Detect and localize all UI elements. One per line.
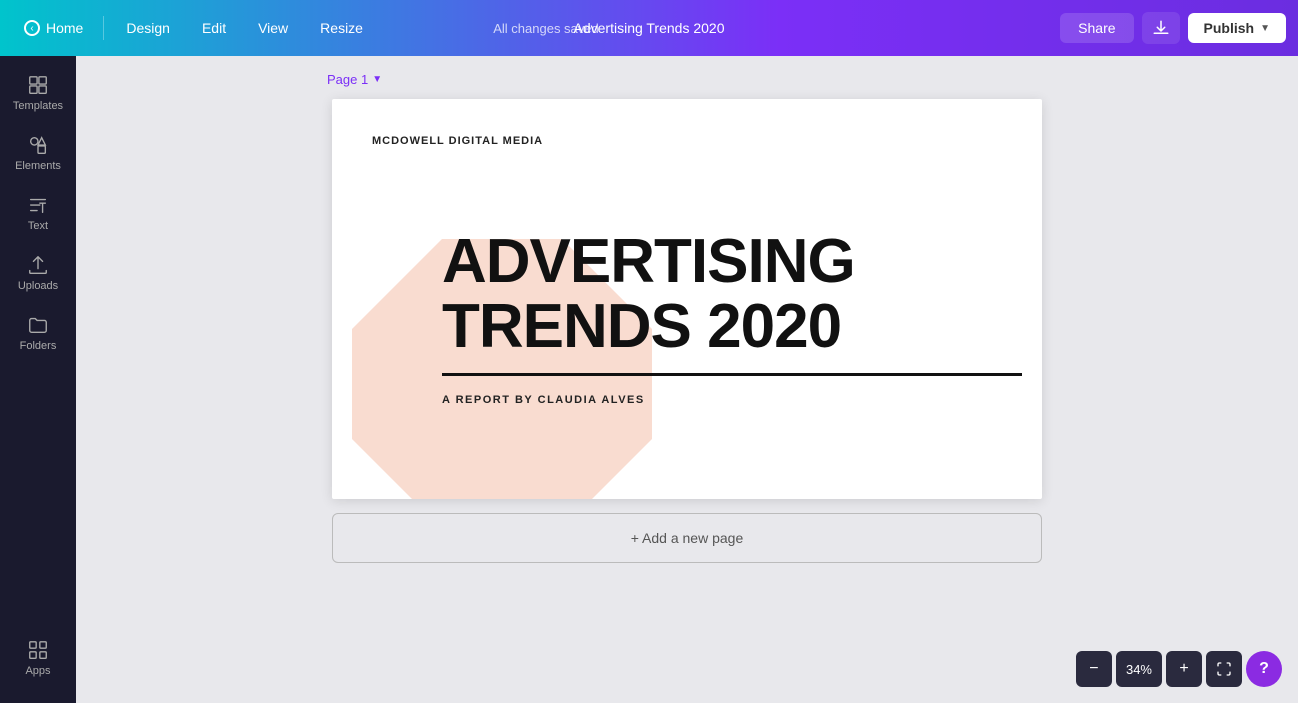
- sidebar: Templates Elements Text Uploads: [0, 56, 76, 703]
- add-page-button[interactable]: + Add a new page: [332, 513, 1042, 563]
- canvas-area[interactable]: Page 1 ▼ MCDOWELL DIGITAL MEDIA ADVERTIS…: [76, 56, 1298, 703]
- document-title: Advertising Trends 2020: [574, 20, 725, 36]
- page-label-text: Page 1: [327, 72, 368, 87]
- main-title-line1: ADVERTISING: [442, 229, 1022, 294]
- publish-chevron-icon: ▼: [1260, 23, 1270, 34]
- title-block: ADVERTISING TRENDS 2020 A REPORT BY CLAU…: [442, 229, 1022, 406]
- zoom-controls: − 34% + ?: [1076, 651, 1282, 687]
- sidebar-item-templates[interactable]: Templates: [4, 64, 72, 122]
- page-label-row: Page 1 ▼: [327, 72, 1047, 87]
- save-status: All changes saved: [493, 21, 599, 36]
- back-icon: ‹: [24, 20, 40, 36]
- view-button[interactable]: View: [244, 14, 302, 42]
- uploads-label: Uploads: [18, 280, 58, 292]
- help-button[interactable]: ?: [1246, 651, 1282, 687]
- resize-button[interactable]: Resize: [306, 14, 377, 42]
- home-button[interactable]: ‹ Home: [12, 14, 95, 42]
- sidebar-item-text[interactable]: Text: [4, 184, 72, 242]
- nav-right-actions: Share Publish ▼: [1060, 12, 1286, 44]
- top-nav: ‹ Home Design Edit View Resize All chang…: [0, 0, 1298, 56]
- document-canvas[interactable]: MCDOWELL DIGITAL MEDIA ADVERTISING TREND…: [332, 99, 1042, 499]
- sidebar-item-folders[interactable]: Folders: [4, 304, 72, 362]
- home-label: Home: [46, 20, 83, 36]
- zoom-in-button[interactable]: +: [1166, 651, 1202, 687]
- folders-icon: [27, 314, 49, 336]
- zoom-out-button[interactable]: −: [1076, 651, 1112, 687]
- page-chevron-icon: ▼: [372, 74, 382, 85]
- sidebar-item-uploads[interactable]: Uploads: [4, 244, 72, 302]
- fullscreen-button[interactable]: [1206, 651, 1242, 687]
- doc-subtitle: A REPORT BY CLAUDIA ALVES: [442, 394, 1022, 406]
- text-icon: [27, 194, 49, 216]
- sidebar-item-elements[interactable]: Elements: [4, 124, 72, 182]
- elements-label: Elements: [15, 160, 61, 172]
- elements-icon: [27, 134, 49, 156]
- edit-button[interactable]: Edit: [188, 14, 240, 42]
- share-button[interactable]: Share: [1060, 13, 1133, 43]
- download-icon: [1152, 19, 1170, 37]
- download-button[interactable]: [1142, 12, 1180, 44]
- sidebar-item-apps[interactable]: Apps: [4, 629, 72, 687]
- zoom-value: 34%: [1116, 651, 1162, 687]
- design-button[interactable]: Design: [112, 14, 184, 42]
- company-name: MCDOWELL DIGITAL MEDIA: [372, 135, 543, 147]
- help-icon: ?: [1259, 660, 1269, 678]
- fullscreen-icon: [1216, 661, 1232, 677]
- templates-label: Templates: [13, 100, 63, 112]
- apps-icon: [27, 639, 49, 661]
- page-label[interactable]: Page 1 ▼: [327, 72, 382, 87]
- templates-icon: [27, 74, 49, 96]
- publish-label: Publish: [1204, 20, 1255, 36]
- publish-button[interactable]: Publish ▼: [1188, 13, 1286, 43]
- main-layout: Templates Elements Text Uploads: [0, 56, 1298, 703]
- main-title: ADVERTISING TRENDS 2020: [442, 229, 1022, 359]
- text-label: Text: [28, 220, 48, 232]
- apps-label: Apps: [25, 665, 50, 677]
- main-title-line2: TRENDS 2020: [442, 294, 1022, 359]
- title-divider: [442, 373, 1022, 376]
- nav-separator: [103, 16, 104, 40]
- folders-label: Folders: [20, 340, 57, 352]
- uploads-icon: [27, 254, 49, 276]
